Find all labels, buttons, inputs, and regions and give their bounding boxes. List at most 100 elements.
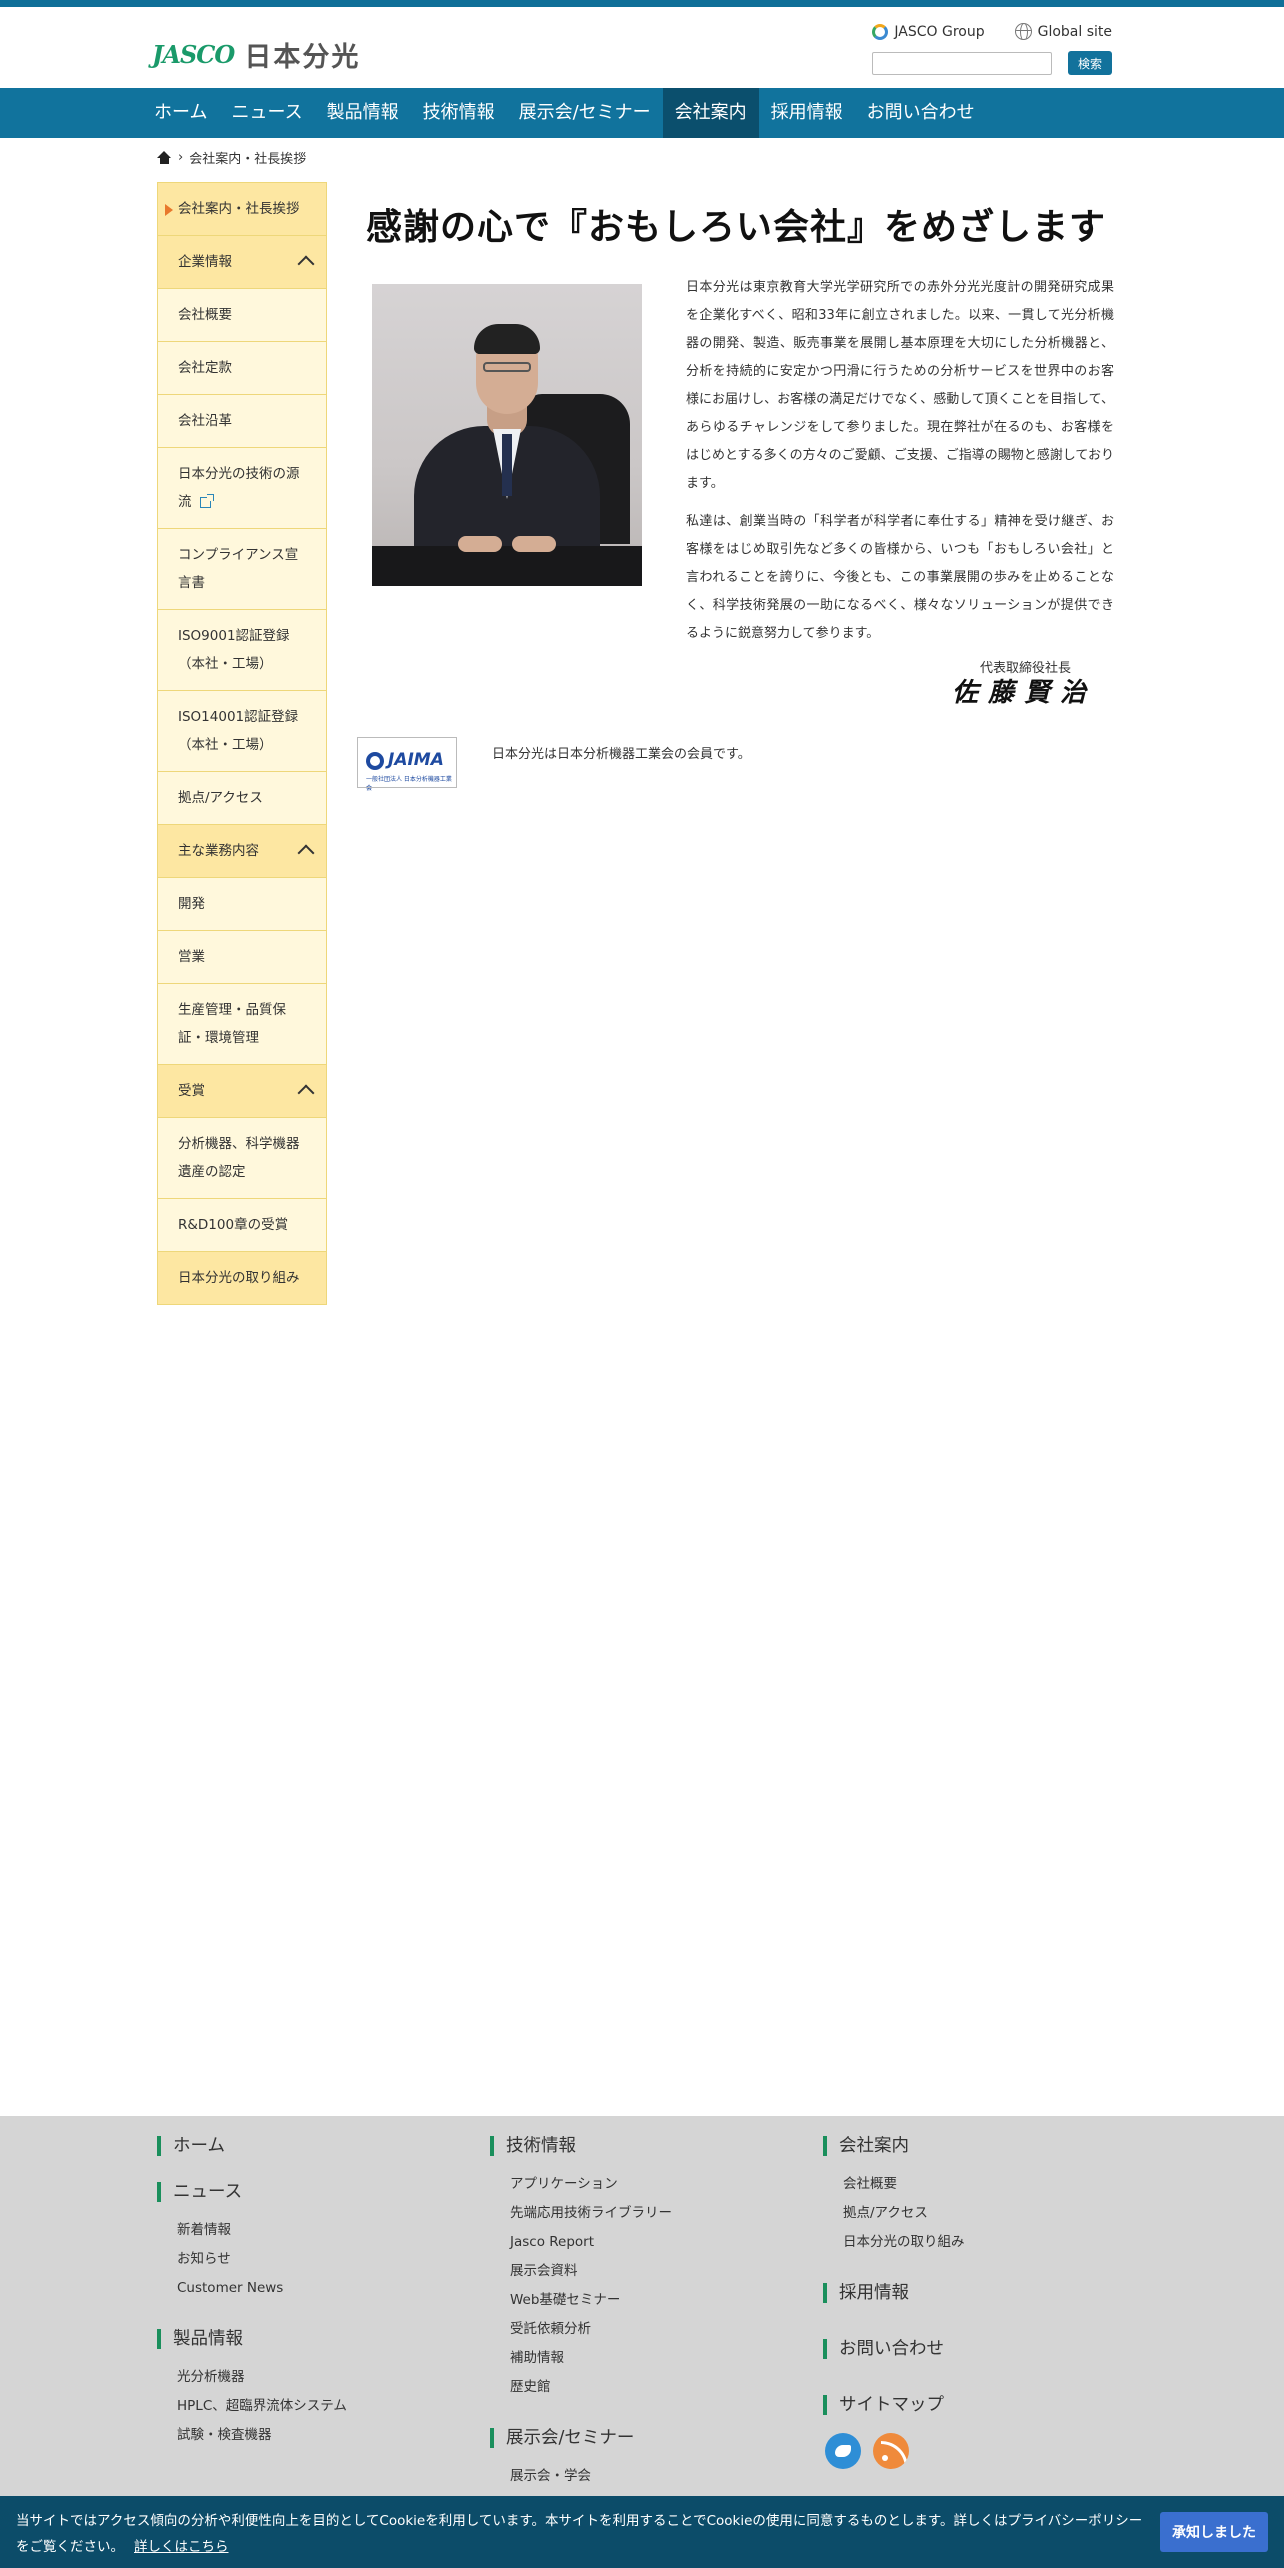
sidebar-item-iso9001[interactable]: ISO9001認証登録（本社・工場）	[157, 610, 327, 691]
jaima-logo-subtext: 一般社団法人 日本分析機器工業会	[366, 776, 452, 792]
footer-head-events[interactable]: 展示会/セミナー	[490, 2428, 672, 2448]
footer-head-careers[interactable]: 採用情報	[823, 2283, 965, 2303]
breadcrumb: › 会社案内・社長挨拶	[157, 148, 306, 167]
sidebar-item-iso14001[interactable]: ISO14001認証登録（本社・工場）	[157, 691, 327, 772]
nav-news[interactable]: ニュース	[219, 88, 314, 138]
cookie-text-wrap: 当サイトではアクセス傾向の分析や利便性向上を目的としてCookieを利用していま…	[16, 2508, 1146, 2560]
top-stripe	[0, 0, 1284, 7]
footer-head-company[interactable]: 会社案内	[823, 2136, 965, 2156]
chevron-up-icon	[297, 844, 315, 862]
sidebar-section-corporate[interactable]: 企業情報	[157, 236, 327, 289]
footer-link[interactable]: 展示会・学会	[510, 2462, 672, 2491]
footer-link[interactable]: 試験・検査機器	[177, 2421, 347, 2450]
search-input[interactable]	[871, 51, 1052, 75]
message-paragraph-1: 日本分光は東京教育大学光学研究所での赤外分光光度計の開発研究成果を企業化すべく、…	[686, 280, 1114, 491]
jasco-group-link[interactable]: JASCO Group	[872, 23, 985, 40]
footer-link[interactable]: Customer News	[177, 2274, 347, 2303]
global-nav: ホーム ニュース 製品情報 技術情報 展示会/セミナー 会社案内 採用情報 お問…	[0, 88, 1284, 138]
footer-head-home[interactable]: ホーム	[157, 2136, 347, 2156]
globe-icon	[1014, 23, 1032, 40]
president-photo	[372, 284, 642, 586]
breadcrumb-separator: ›	[178, 150, 184, 165]
footer-link[interactable]: Web基礎セミナー	[510, 2286, 672, 2315]
nav-products[interactable]: 製品情報	[315, 88, 411, 138]
sidebar-item-initiatives[interactable]: 日本分光の取り組み	[157, 1252, 327, 1305]
footer-link[interactable]: 受託依頼分析	[510, 2315, 672, 2344]
nav-technical[interactable]: 技術情報	[411, 88, 507, 138]
footer-head-sitemap[interactable]: サイトマップ	[823, 2395, 965, 2415]
footer-link[interactable]: 先端応用技術ライブラリー	[510, 2199, 672, 2228]
sidebar-item-articles[interactable]: 会社定款	[157, 342, 327, 395]
global-site-link[interactable]: Global site	[1014, 23, 1112, 40]
twitter-icon[interactable]	[825, 2433, 861, 2469]
sidebar-item-rd100[interactable]: R&D100章の受賞	[157, 1199, 327, 1252]
sidebar-item-label: 日本分光の技術の源流	[178, 466, 300, 510]
sidebar-item-origin[interactable]: 日本分光の技術の源流	[157, 448, 327, 529]
search-bar: 検索	[871, 51, 1112, 75]
footer-list: 新着情報 お知らせ Customer News	[177, 2216, 347, 2303]
footer-list: 展示会・学会	[510, 2462, 672, 2491]
footer-link[interactable]: 新着情報	[177, 2216, 347, 2245]
sidebar-item-development[interactable]: 開発	[157, 878, 327, 931]
site-header: JASCO 日本分光 JASCO Group Global site 検索	[0, 7, 1284, 88]
jasco-logo[interactable]: JASCO 日本分光	[152, 35, 360, 74]
signature-name: 佐藤賢治	[952, 678, 1097, 708]
sidebar-item-history[interactable]: 会社沿革	[157, 395, 327, 448]
footer-link[interactable]: 光分析機器	[177, 2363, 347, 2392]
footer-head-news[interactable]: ニュース	[157, 2182, 347, 2202]
footer-link[interactable]: お知らせ	[177, 2245, 347, 2274]
sidebar-item-overview[interactable]: 会社概要	[157, 289, 327, 342]
jaima-logo-text: JAIMA	[388, 750, 444, 770]
sidebar-item-quality[interactable]: 生産管理・品質保証・環境管理	[157, 984, 327, 1065]
nav-careers[interactable]: 採用情報	[759, 88, 855, 138]
jasco-group-label: JASCO Group	[894, 23, 985, 40]
footer-link[interactable]: アプリケーション	[510, 2170, 672, 2199]
cookie-details-link[interactable]: 詳しくはこちら	[134, 2539, 229, 2555]
home-icon[interactable]	[157, 151, 172, 164]
footer-link[interactable]: 補助情報	[510, 2344, 672, 2373]
external-link-icon	[199, 493, 214, 508]
footer-link[interactable]: 会社概要	[843, 2170, 965, 2199]
footer-head-technical[interactable]: 技術情報	[490, 2136, 672, 2156]
footer-column-3: 会社案内 会社概要 拠点/アクセス 日本分光の取り組み 採用情報 お問い合わせ …	[823, 2136, 965, 2469]
nav-home[interactable]: ホーム	[142, 88, 219, 138]
footer-link[interactable]: 展示会資料	[510, 2257, 672, 2286]
sidebar-item-sales[interactable]: 営業	[157, 931, 327, 984]
sidebar-item-president-message[interactable]: 会社案内・社長挨拶	[157, 182, 327, 236]
footer-head-products[interactable]: 製品情報	[157, 2329, 347, 2349]
sidebar-section-business[interactable]: 主な業務内容	[157, 825, 327, 878]
nav-events[interactable]: 展示会/セミナー	[507, 88, 663, 138]
breadcrumb-current: 会社案内・社長挨拶	[189, 152, 307, 167]
sidebar-item-heritage[interactable]: 分析機器、科学機器遺産の認定	[157, 1118, 327, 1199]
sidebar-section-label: 受賞	[178, 1083, 205, 1099]
cookie-banner: 当サイトではアクセス傾向の分析や利便性向上を目的としてCookieを利用していま…	[0, 2496, 1284, 2568]
logo-en: JASCO	[152, 40, 235, 69]
logo-jp: 日本分光	[244, 42, 361, 73]
footer-link[interactable]: Jasco Report	[510, 2228, 672, 2257]
chevron-up-icon	[297, 1084, 315, 1102]
footer-link[interactable]: 歴史館	[510, 2373, 672, 2402]
sidebar-section-awards[interactable]: 受賞	[157, 1065, 327, 1118]
message-paragraph-2: 私達は、創業当時の「科学者が科学者に奉仕する」精神を受け継ぎ、お客様をはじめ取引…	[686, 514, 1114, 641]
sidebar-item-access[interactable]: 拠点/アクセス	[157, 772, 327, 825]
cookie-accept-button[interactable]: 承知しました	[1160, 2512, 1268, 2552]
sidebar: 会社案内・社長挨拶 企業情報 会社概要 会社定款 会社沿革 日本分光の技術の源流…	[157, 182, 327, 1305]
footer-link[interactable]: 日本分光の取り組み	[843, 2228, 965, 2257]
search-button[interactable]: 検索	[1067, 51, 1112, 75]
nav-company[interactable]: 会社案内	[662, 88, 759, 138]
footer-head-contact[interactable]: お問い合わせ	[823, 2339, 965, 2359]
jaima-logo[interactable]: JAIMA 一般社団法人 日本分析機器工業会	[357, 737, 457, 792]
page-headline: 感謝の心で『おもしろい会社』をめざします	[366, 206, 1107, 248]
sidebar-item-compliance[interactable]: コンプライアンス宣言書	[157, 529, 327, 610]
jasco-group-icon	[872, 23, 889, 40]
footer-list: 光分析機器 HPLC、超臨界流体システム 試験・検査機器	[177, 2363, 347, 2450]
footer-link[interactable]: HPLC、超臨界流体システム	[177, 2392, 347, 2421]
nav-contact[interactable]: お問い合わせ	[855, 88, 987, 138]
social-links	[825, 2433, 965, 2469]
top-links: JASCO Group Global site	[872, 23, 1112, 40]
footer-link[interactable]: 拠点/アクセス	[843, 2199, 965, 2228]
sidebar-section-label: 主な業務内容	[178, 843, 259, 859]
membership-note: 日本分光は日本分析機器工業会の会員です。	[492, 747, 751, 762]
rss-icon[interactable]	[873, 2433, 909, 2469]
footer-column-1: ホーム ニュース 新着情報 お知らせ Customer News 製品情報 光分…	[157, 2136, 347, 2476]
